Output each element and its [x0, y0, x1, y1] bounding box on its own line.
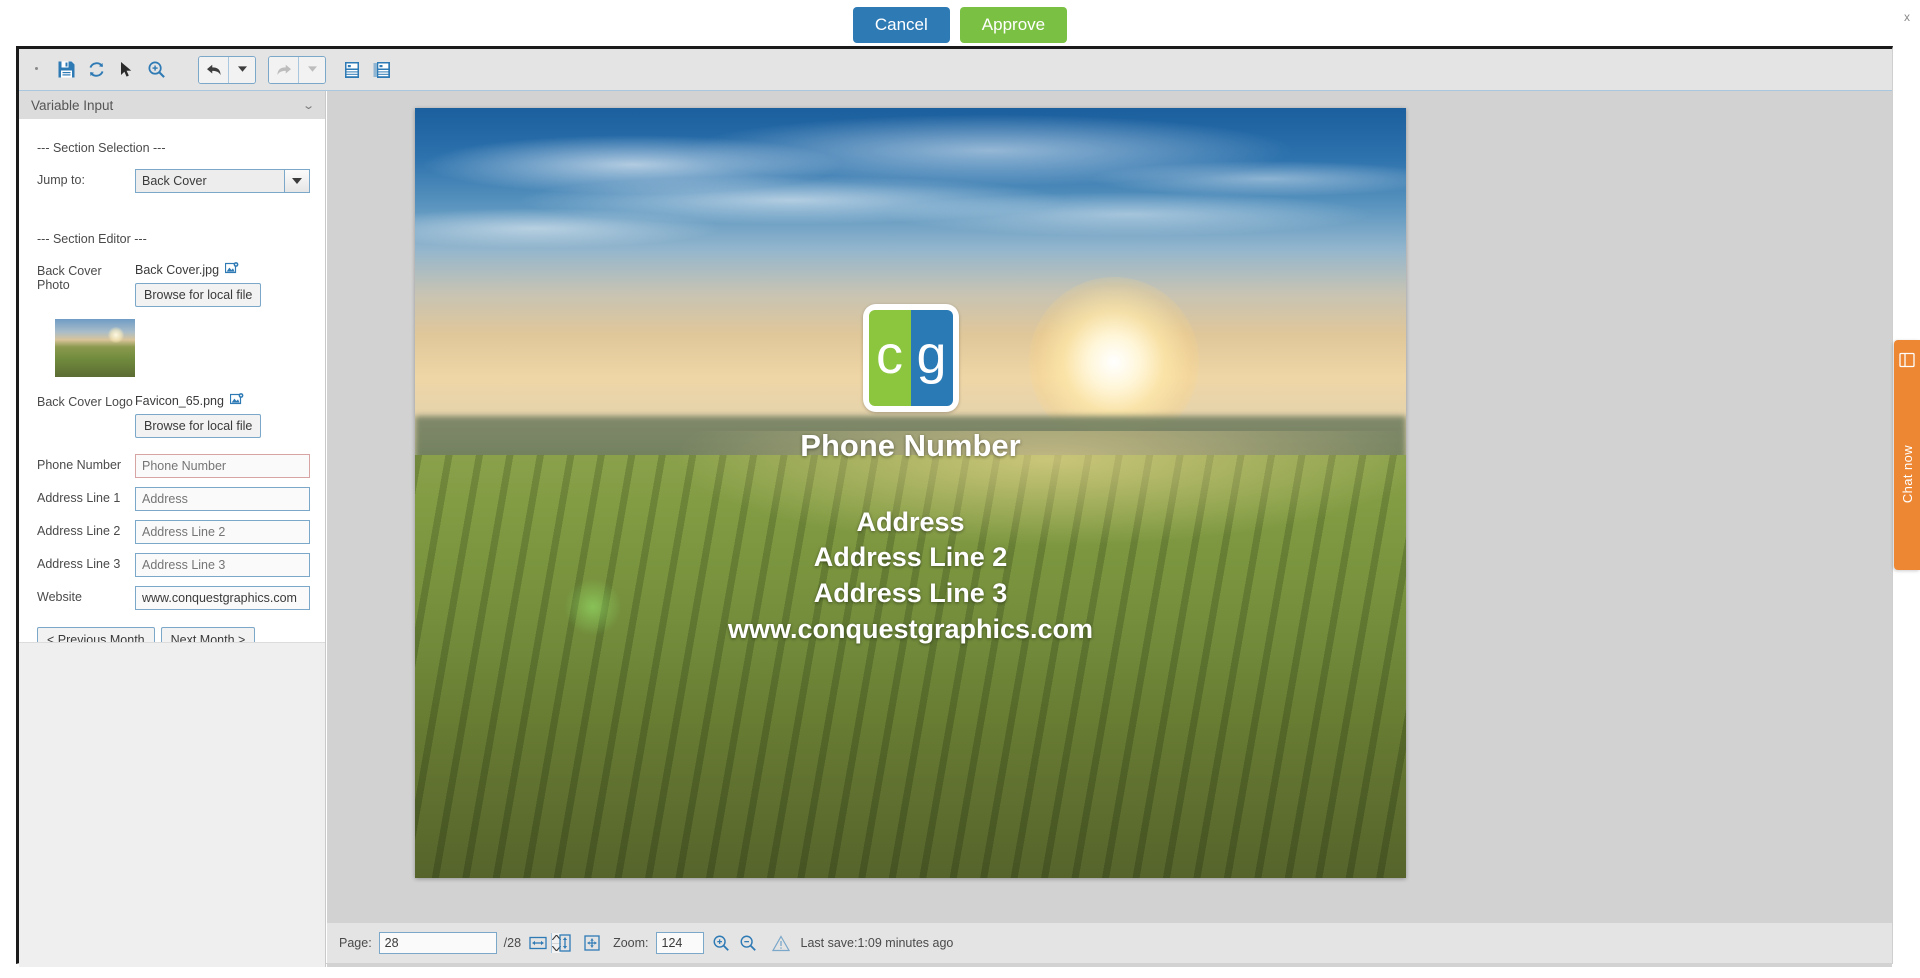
jump-to-row: Jump to: Back Cover: [19, 169, 325, 193]
phone-number-input[interactable]: [135, 454, 310, 478]
cover-address-line-3: Address Line 3: [813, 578, 1008, 609]
page-number-field[interactable]: [378, 932, 561, 954]
redo-group: [268, 55, 326, 84]
browse-back-cover-logo-button[interactable]: Browse for local file: [135, 414, 262, 438]
panel-body: --- Section Selection --- Jump to: Back …: [19, 119, 325, 643]
page-total-label: /28: [503, 936, 522, 950]
zoom-in-icon[interactable]: [711, 933, 731, 953]
editor-toolbar: [19, 49, 1892, 91]
browse-back-cover-photo-button[interactable]: Browse for local file: [135, 283, 262, 307]
back-cover-logo-filename: Favicon_65.png: [135, 393, 224, 408]
undo-dropdown-button[interactable]: [229, 56, 255, 83]
cancel-button[interactable]: Cancel: [852, 6, 950, 44]
save-icon[interactable]: [52, 56, 80, 84]
back-cover-photo-row: Back Cover Photo Back Cover.jpg Browse f…: [19, 260, 325, 307]
cover-website-text: www.conquestgraphics.com: [727, 614, 1094, 645]
jump-to-label: Jump to:: [37, 173, 85, 187]
section-selection-title: --- Section Selection ---: [37, 141, 166, 155]
back-cover-logo-filename-wrap: Favicon_65.png: [135, 391, 317, 408]
fit-page-icon[interactable]: [582, 933, 602, 953]
page-label: Page:: [339, 936, 372, 950]
cover-address-line-2: Address Line 2: [813, 542, 1008, 573]
address-line-2-label: Address Line 2: [37, 524, 121, 538]
undo-button[interactable]: [199, 56, 229, 83]
page-number-input[interactable]: [379, 933, 551, 953]
warning-icon[interactable]: [771, 933, 791, 953]
zoom-label: Zoom:: [613, 936, 649, 950]
address-line-1-input[interactable]: [135, 487, 310, 511]
address-line-3-input[interactable]: [135, 553, 310, 577]
address-line-1-label: Address Line 1: [37, 491, 121, 505]
variable-input-panel: Variable Input ⌄ --- Section Selection -…: [19, 91, 326, 967]
back-cover-logo-row: Back Cover Logo Favicon_65.png Browse fo…: [19, 391, 325, 438]
chevron-down-icon[interactable]: ⌄: [302, 99, 315, 112]
back-cover-photo-filename: Back Cover.jpg: [135, 262, 220, 277]
address-line-1-row: Address Line 1: [19, 487, 325, 511]
chat-now-label: Chat now: [1899, 445, 1915, 504]
address-line-2-row: Address Line 2: [19, 520, 325, 544]
cover-address-block: Address Address Line 2 Address Line 3 ww…: [415, 505, 1406, 649]
jump-to-value: Back Cover: [135, 169, 285, 193]
toolbar-handle-dot: [35, 67, 38, 70]
address-line-3-row: Address Line 3: [19, 553, 325, 577]
back-cover-page-preview[interactable]: c g Phone Number Address Address Line 2 …: [415, 108, 1406, 878]
single-page-view-icon[interactable]: [338, 56, 366, 84]
jump-to-select[interactable]: Back Cover: [135, 169, 310, 193]
back-cover-photo-filename-wrap: Back Cover.jpg: [135, 260, 317, 277]
document-preview-area[interactable]: c g Phone Number Address Address Line 2 …: [327, 91, 1892, 967]
back-cover-photo-thumbnail[interactable]: [55, 319, 135, 377]
back-cover-photo-label: Back Cover Photo: [37, 264, 102, 292]
back-cover-logo-label: Back Cover Logo: [37, 395, 133, 409]
phone-number-row: Phone Number: [19, 454, 325, 478]
approval-bar: Cancel Approve: [0, 0, 1920, 50]
redo-button[interactable]: [269, 56, 299, 83]
approve-button[interactable]: Approve: [959, 6, 1068, 44]
panel-header[interactable]: Variable Input ⌄: [19, 91, 325, 119]
previous-month-button[interactable]: < Previous Month: [37, 627, 155, 642]
fit-width-icon[interactable]: [528, 933, 548, 953]
website-label: Website: [37, 590, 82, 604]
address-line-2-input[interactable]: [135, 520, 310, 544]
address-line-3-label: Address Line 3: [37, 557, 121, 571]
next-month-button[interactable]: Next Month >: [160, 627, 256, 642]
redo-dropdown-button[interactable]: [299, 56, 325, 83]
website-input[interactable]: [135, 586, 310, 610]
image-edit-icon[interactable]: [229, 393, 244, 408]
spread-page-view-icon[interactable]: [368, 56, 396, 84]
last-save-text: Last save:1:09 minutes ago: [800, 936, 954, 950]
image-edit-icon[interactable]: [224, 262, 239, 277]
month-nav-row: < Previous Month Next Month >: [19, 619, 325, 642]
panel-title: Variable Input: [31, 97, 114, 113]
cover-address-line-1: Address: [856, 506, 965, 537]
close-icon[interactable]: x: [1904, 10, 1910, 24]
editor-window: Variable Input ⌄ --- Section Selection -…: [16, 46, 1893, 967]
section-editor-title: --- Section Editor ---: [37, 232, 147, 246]
status-bar: Page: /28: [327, 923, 1892, 963]
logo-letter-c: c: [868, 310, 911, 407]
chat-now-tab[interactable]: Chat now: [1894, 340, 1920, 570]
undo-group: [198, 55, 256, 84]
refresh-icon[interactable]: [82, 56, 110, 84]
zoom-out-icon[interactable]: [738, 933, 758, 953]
chevron-down-icon[interactable]: [285, 169, 310, 193]
zoom-input[interactable]: [655, 932, 704, 954]
company-logo: c g: [862, 304, 959, 413]
zoom-tool-icon[interactable]: [142, 56, 170, 84]
website-row: Website: [19, 586, 325, 610]
chat-book-icon: [1899, 352, 1915, 373]
fit-height-icon[interactable]: [555, 933, 575, 953]
cursor-select-icon[interactable]: [112, 56, 140, 84]
phone-number-label: Phone Number: [37, 458, 122, 472]
logo-letter-g: g: [910, 310, 953, 407]
cover-phone-text: Phone Number: [800, 427, 1021, 463]
